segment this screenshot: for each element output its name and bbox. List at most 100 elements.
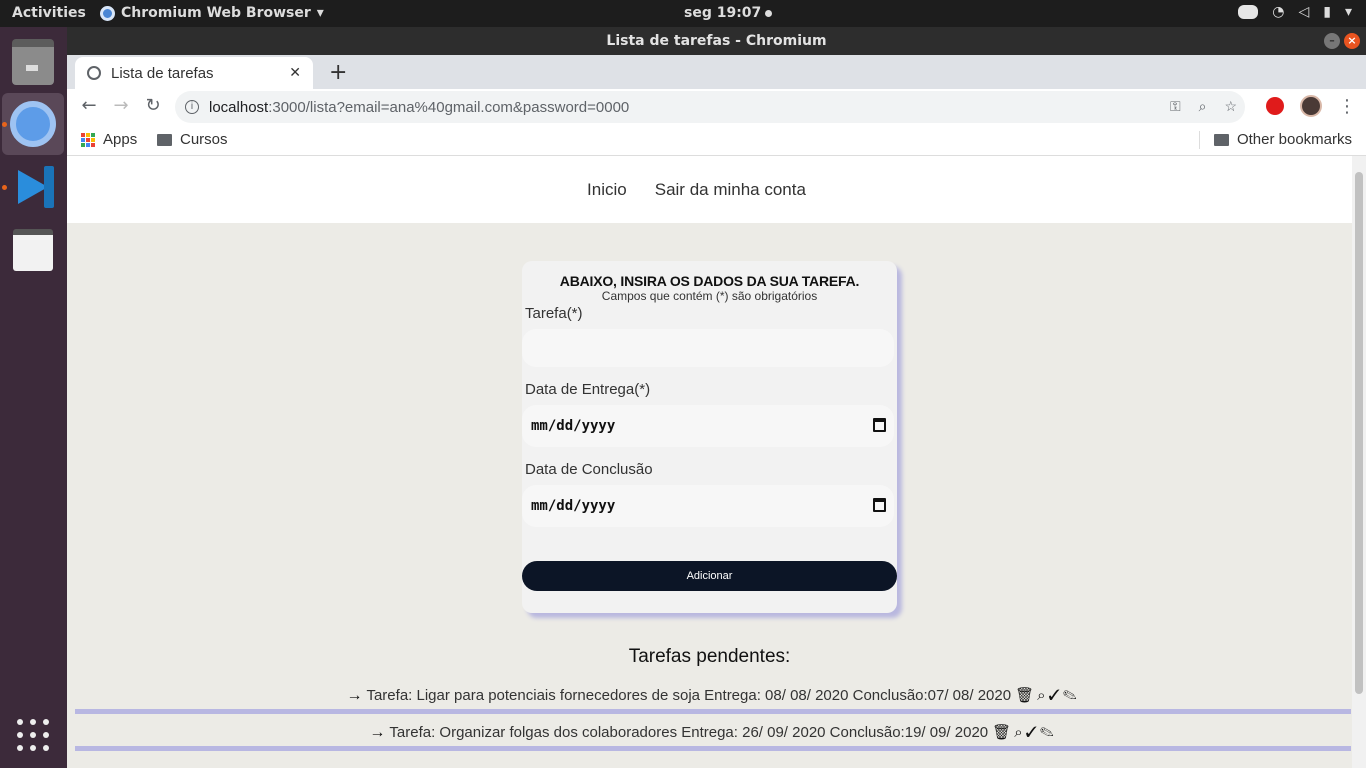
bookmark-label: Apps xyxy=(103,131,138,148)
form-subheading: Campos que contém (*) são obrigatórios xyxy=(601,289,818,303)
site-info-icon[interactable]: i xyxy=(185,100,199,114)
calendar-icon[interactable] xyxy=(873,498,886,512)
chromium-small-icon xyxy=(100,5,115,21)
globe-icon xyxy=(87,66,101,80)
calendar-icon[interactable] xyxy=(873,418,886,432)
tab-lista-de-tarefas[interactable]: Lista de tarefas ✕ xyxy=(75,57,313,89)
arrow-right-icon: → xyxy=(346,687,363,704)
form-heading: ABAIXO, INSIRA OS DADOS DA SUA TAREFA. xyxy=(559,273,860,289)
site-navbar: Inicio Sair da minha conta xyxy=(67,156,1352,223)
address-bar[interactable]: i localhost:3000/lista?email=ana%40gmail… xyxy=(175,91,1245,123)
task-form-card: ABAIXO, INSIRA OS DADOS DA SUA TAREFA. C… xyxy=(522,261,897,613)
folder-icon xyxy=(1213,133,1229,146)
bookmark-apps[interactable]: Apps xyxy=(81,131,137,148)
other-bookmarks-label: Other bookmarks xyxy=(1236,131,1352,148)
task-label: Tarefa(*) xyxy=(525,305,583,322)
page-scrollbar[interactable] xyxy=(1352,156,1366,768)
profile-avatar[interactable] xyxy=(1300,95,1322,117)
tab-strip: Lista de tarefas ✕ + xyxy=(67,55,1366,89)
zoom-icon[interactable]: ⌕ xyxy=(1199,98,1207,115)
pencil-icon[interactable]: ✎ xyxy=(1040,724,1057,741)
tab-title: Lista de tarefas xyxy=(111,64,214,82)
page-viewport: Inicio Sair da minha conta ABAIXO, INSIR… xyxy=(67,156,1352,768)
discord-icon[interactable] xyxy=(1238,5,1259,19)
trash-icon[interactable]: 🗑 xyxy=(992,724,1014,741)
check-icon[interactable]: ✓ xyxy=(1026,724,1040,741)
apps-grid-icon xyxy=(81,132,95,147)
bookmarks-bar: Apps Cursos Other bookmarks xyxy=(67,125,1366,156)
close-tab-icon[interactable]: ✕ xyxy=(289,65,301,81)
task-divider xyxy=(75,709,1351,714)
dock xyxy=(0,27,67,768)
dock-text-editor[interactable] xyxy=(2,219,64,281)
nav-link-inicio[interactable]: Inicio xyxy=(587,180,627,200)
text-editor-icon xyxy=(13,229,53,271)
scrollbar-thumb[interactable] xyxy=(1355,172,1363,694)
task-text: Tarefa: Organizar folgas dos colaborador… xyxy=(389,724,989,741)
window-title: Lista de tarefas - Chromium xyxy=(606,33,827,49)
notification-dot-icon xyxy=(765,9,773,17)
bookmark-cursos[interactable]: Cursos xyxy=(157,131,228,148)
due-date-placeholder: mm/dd/yyyy xyxy=(531,418,616,434)
folder-icon xyxy=(157,133,172,146)
dock-files[interactable] xyxy=(2,31,64,93)
clock-label: seg 19:07 xyxy=(684,5,762,21)
due-date-input[interactable]: mm/dd/yyyy xyxy=(522,405,894,447)
url-rest: :3000/lista?email=ana%40gmail.com&passwo… xyxy=(268,98,630,116)
task-input[interactable] xyxy=(522,329,894,367)
dock-vscode[interactable] xyxy=(2,156,64,218)
trash-icon[interactable]: 🗑 xyxy=(1015,687,1037,704)
system-tray[interactable]: ◔ ◁ ▮ ▾ xyxy=(1238,4,1352,20)
completion-date-input[interactable]: mm/dd/yyyy xyxy=(522,485,894,527)
vscode-icon xyxy=(12,166,54,208)
chromium-icon xyxy=(10,101,56,147)
dock-chromium[interactable] xyxy=(2,93,64,155)
pencil-icon[interactable]: ✎ xyxy=(1063,687,1080,704)
running-indicator xyxy=(2,122,7,127)
back-icon[interactable]: ← xyxy=(77,95,101,116)
files-icon xyxy=(12,39,54,85)
pending-tasks-title: Tarefas pendentes: xyxy=(628,646,791,667)
activities-button[interactable]: Activities xyxy=(12,5,86,21)
volume-muted-icon: ◁ xyxy=(1298,4,1310,20)
magnifier-icon[interactable]: ⌕ xyxy=(1014,724,1025,741)
new-tab-button[interactable]: + xyxy=(329,60,347,85)
bookmark-label: Cursos xyxy=(180,131,228,148)
wifi-icon: ◔ xyxy=(1272,4,1285,20)
menu-kebab-icon[interactable]: ⋮ xyxy=(1338,96,1356,117)
bookmarks-divider xyxy=(1199,131,1200,149)
check-icon[interactable]: ✓ xyxy=(1049,687,1063,704)
browser-toolbar: ← → ↻ i localhost:3000/lista?email=ana%4… xyxy=(67,89,1366,125)
app-menu[interactable]: Chromium Web Browser ▾ xyxy=(100,5,324,21)
url-host: localhost xyxy=(209,98,269,116)
due-date-label: Data de Entrega(*) xyxy=(525,381,651,398)
nav-link-logout[interactable]: Sair da minha conta xyxy=(655,180,806,200)
task-item: → Tarefa: Ligar para potenciais fornecedo… xyxy=(75,686,1351,705)
running-indicator xyxy=(2,185,7,190)
completion-date-placeholder: mm/dd/yyyy xyxy=(531,498,616,514)
battery-icon: ▮ xyxy=(1323,4,1331,20)
task-divider xyxy=(75,746,1351,751)
app-menu-label: Chromium Web Browser xyxy=(121,5,311,21)
show-apps-icon[interactable] xyxy=(17,719,49,751)
magnifier-icon[interactable]: ⌕ xyxy=(1037,687,1048,704)
completion-date-label: Data de Conclusão xyxy=(525,461,653,478)
forward-icon[interactable]: → xyxy=(109,95,133,116)
star-icon[interactable]: ☆ xyxy=(1224,98,1237,115)
other-bookmarks[interactable]: Other bookmarks xyxy=(1213,131,1352,148)
task-text: Tarefa: Ligar para potenciais fornecedor… xyxy=(366,687,1012,704)
task-item: → Tarefa: Organizar folgas dos colaborado… xyxy=(75,723,1351,742)
arrow-right-icon: → xyxy=(369,724,386,741)
minimize-button[interactable]: – xyxy=(1324,33,1340,49)
close-window-button[interactable]: × xyxy=(1344,33,1360,49)
reload-icon[interactable]: ↻ xyxy=(141,95,165,116)
add-task-button[interactable]: Adicionar xyxy=(522,561,897,591)
key-icon[interactable]: ⚿ xyxy=(1170,98,1181,115)
browser-window: Lista de tarefas - Chromium – × Lista de… xyxy=(67,27,1366,768)
chevron-down-icon: ▾ xyxy=(316,5,324,21)
clock[interactable]: seg 19:07 xyxy=(684,5,773,21)
system-menu-chevron-icon: ▾ xyxy=(1344,4,1352,20)
window-titlebar: Lista de tarefas - Chromium – × xyxy=(67,27,1366,55)
extension-icon[interactable] xyxy=(1266,97,1284,115)
gnome-top-bar: Activities Chromium Web Browser ▾ seg 19… xyxy=(0,0,1366,27)
